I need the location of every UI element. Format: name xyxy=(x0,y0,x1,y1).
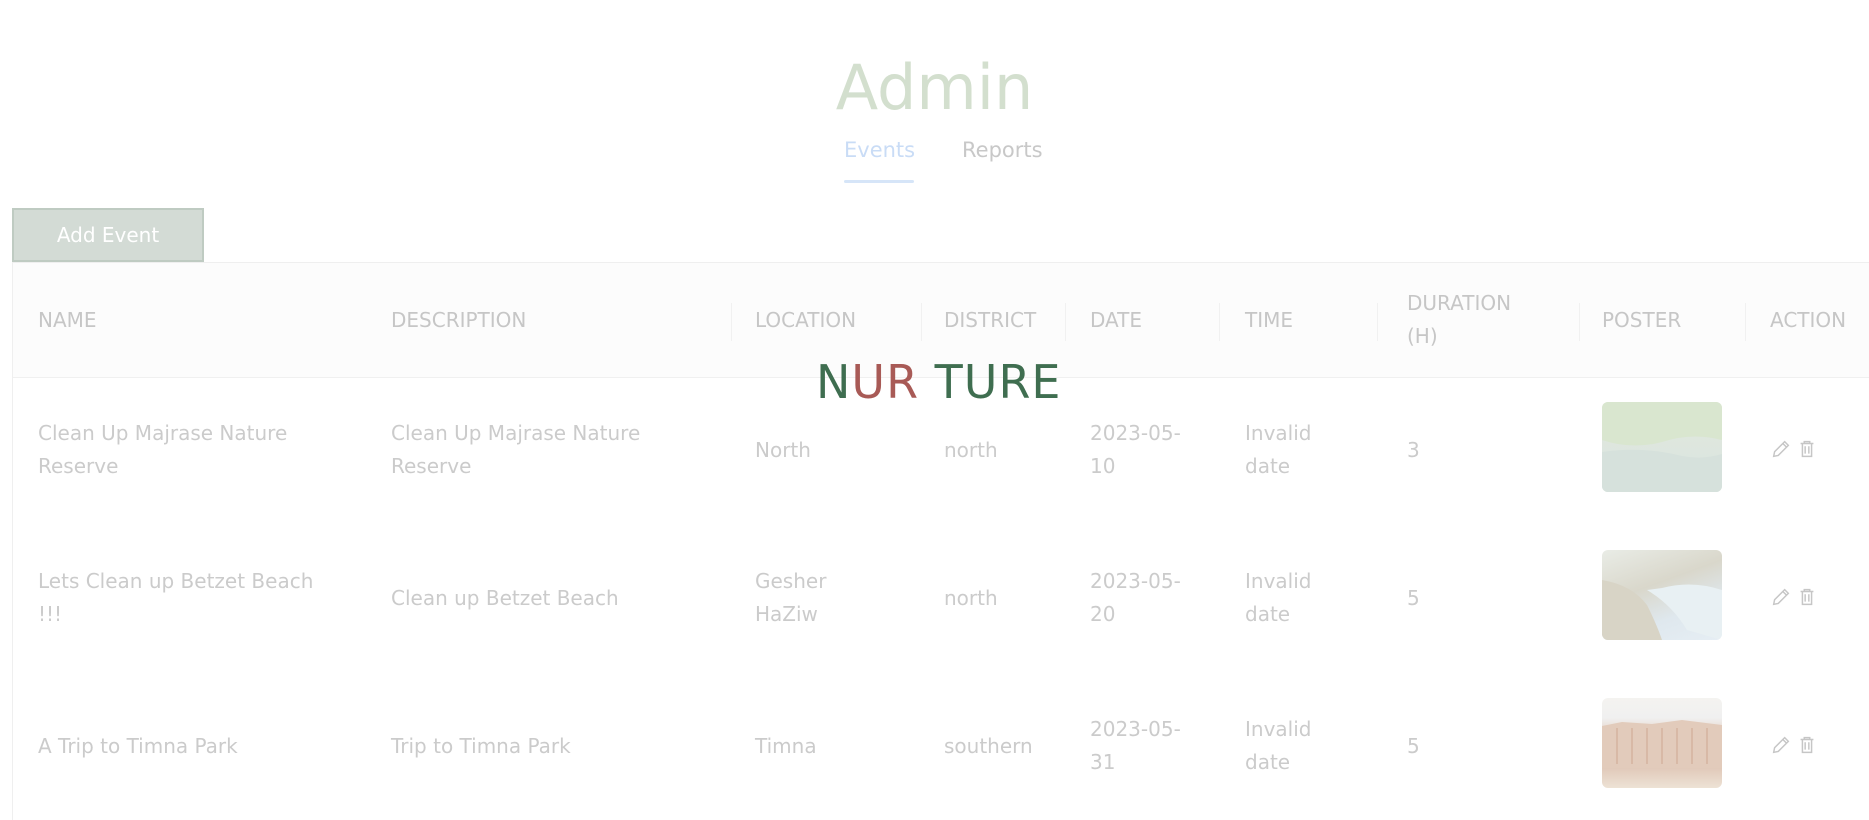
tab-bar: Events Reports xyxy=(0,136,1869,186)
column-divider xyxy=(1219,303,1220,341)
event-date-line2: 20 xyxy=(1090,602,1116,626)
event-district: north xyxy=(944,586,998,610)
column-header-action: ACTION xyxy=(1770,308,1847,332)
active-tab-indicator xyxy=(844,180,914,183)
poster-image[interactable] xyxy=(1602,550,1722,640)
trash-icon[interactable] xyxy=(1796,734,1818,756)
column-header-time[interactable]: TIME xyxy=(1245,304,1293,337)
trash-icon[interactable] xyxy=(1796,438,1818,460)
pencil-icon[interactable] xyxy=(1770,586,1792,608)
column-header-location[interactable]: LOCATION xyxy=(755,304,856,337)
event-name: Clean Up Majrase Nature Reserve xyxy=(38,417,287,483)
column-divider xyxy=(1579,303,1580,341)
column-header-poster[interactable]: POSTER xyxy=(1602,304,1681,337)
event-time-line1: Invalid xyxy=(1245,421,1312,445)
event-date-line2: 10 xyxy=(1090,454,1116,478)
logo-part-3: TURE xyxy=(919,355,1062,409)
events-table: NAME DESCRIPTION LOCATION DISTRICT DATE … xyxy=(12,262,1869,820)
desert-cliffs-photo-icon xyxy=(1602,720,1722,768)
trash-icon[interactable] xyxy=(1796,586,1818,608)
event-location: North xyxy=(755,438,811,462)
event-name-line1: Clean Up Majrase Nature xyxy=(38,421,288,445)
event-time: Invalid date xyxy=(1245,713,1311,779)
column-header-duration-line1: DURATION xyxy=(1407,291,1512,315)
event-duration: 5 xyxy=(1407,734,1420,758)
page-title: Admin xyxy=(835,51,1034,124)
event-date-line2: 31 xyxy=(1090,750,1116,774)
event-location-line1: Gesher xyxy=(755,569,827,593)
column-header-name[interactable]: NAME xyxy=(38,304,97,337)
column-divider xyxy=(731,303,732,341)
event-description-line2: Reserve xyxy=(391,454,472,478)
logo-part-1: N xyxy=(816,355,852,409)
event-time-line2: date xyxy=(1245,454,1291,478)
event-location: Gesher HaZiw xyxy=(755,565,826,631)
event-location: Timna xyxy=(755,734,817,758)
tab-reports[interactable]: Reports xyxy=(962,136,1043,164)
event-time-line1: Invalid xyxy=(1245,717,1312,741)
event-description: Clean up Betzet Beach xyxy=(391,586,619,610)
column-divider xyxy=(921,303,922,341)
column-divider xyxy=(1065,303,1066,341)
row-actions xyxy=(1770,438,1818,460)
add-event-button[interactable]: Add Event xyxy=(12,208,204,262)
column-header-date[interactable]: DATE xyxy=(1090,304,1142,337)
poster-image[interactable] xyxy=(1602,698,1722,788)
event-date-line1: 2023-05- xyxy=(1090,569,1181,593)
event-duration: 3 xyxy=(1407,438,1420,462)
event-description: Trip to Timna Park xyxy=(391,734,571,758)
event-time: Invalid date xyxy=(1245,417,1311,483)
event-time: Invalid date xyxy=(1245,565,1311,631)
pencil-icon[interactable] xyxy=(1770,438,1792,460)
beach-coast-photo-icon xyxy=(1602,580,1722,640)
event-time-line1: Invalid xyxy=(1245,569,1312,593)
column-header-duration[interactable]: DURATION (H) xyxy=(1407,287,1511,353)
nature-reserve-photo-icon xyxy=(1602,402,1722,492)
tab-events[interactable]: Events xyxy=(844,136,915,164)
event-description: Clean Up Majrase Nature Reserve xyxy=(391,417,640,483)
event-location-line2: HaZiw xyxy=(755,602,818,626)
event-name-line2: !!! xyxy=(38,602,63,626)
event-description-line1: Clean Up Majrase Nature xyxy=(391,421,641,445)
event-district: southern xyxy=(944,734,1033,758)
event-date: 2023-05- 10 xyxy=(1090,417,1181,483)
event-time-line2: date xyxy=(1245,602,1291,626)
poster-image[interactable] xyxy=(1602,402,1722,492)
pencil-icon[interactable] xyxy=(1770,734,1792,756)
event-date-line1: 2023-05- xyxy=(1090,717,1181,741)
row-actions xyxy=(1770,734,1818,756)
event-time-line2: date xyxy=(1245,750,1291,774)
event-name: A Trip to Timna Park xyxy=(38,734,238,758)
column-divider xyxy=(1377,303,1378,341)
logo-part-2: UR xyxy=(851,355,920,409)
column-header-district[interactable]: DISTRICT xyxy=(944,304,1036,337)
nurture-logo: NUR TURE xyxy=(816,354,1061,410)
event-date: 2023-05- 20 xyxy=(1090,565,1181,631)
column-header-description[interactable]: DESCRIPTION xyxy=(391,304,526,337)
event-duration: 5 xyxy=(1407,586,1420,610)
event-name-line1: Lets Clean up Betzet Beach xyxy=(38,569,314,593)
column-header-duration-line2: (H) xyxy=(1407,324,1438,348)
event-date-line1: 2023-05- xyxy=(1090,421,1181,445)
event-date: 2023-05- 31 xyxy=(1090,713,1181,779)
column-divider xyxy=(1745,303,1746,341)
event-name-line2: Reserve xyxy=(38,454,119,478)
row-actions xyxy=(1770,586,1818,608)
event-district: north xyxy=(944,438,998,462)
event-name: Lets Clean up Betzet Beach !!! xyxy=(38,565,313,631)
